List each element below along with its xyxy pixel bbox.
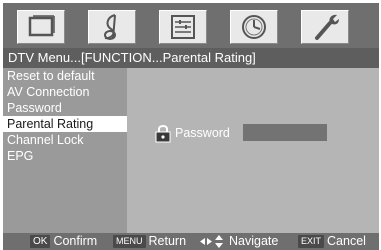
cancel-label: Cancel [327,234,366,248]
exit-key: EXIT [298,235,325,248]
audio-icon[interactable] [88,10,136,44]
lock-icon [155,125,171,143]
password-label: Password [175,126,230,140]
navigate-label: Navigate [229,234,279,248]
menu-item-reset-to-default[interactable]: Reset to default [3,68,127,84]
picture-icon[interactable] [17,10,65,44]
function-icon[interactable] [301,10,349,44]
menu-item-password[interactable]: Password [3,100,127,116]
parental-rating-panel: Password [127,68,379,233]
menu-key: MENU [113,235,146,248]
help-return: MENU Return [113,233,186,250]
menu-item-parental-rating[interactable]: Parental Rating [3,116,127,132]
help-navigate: Navigate [200,233,278,250]
confirm-label: Confirm [53,234,98,248]
time-icon[interactable] [230,10,278,44]
setup-icon[interactable] [159,10,207,44]
navigate-arrows-icon [200,235,223,248]
breadcrumb: DTV Menu...[FUNCTION...Parental Rating] [3,48,379,68]
help-confirm: OK Confirm [30,233,97,250]
help-cancel: EXIT Cancel [298,233,366,250]
menu-item-epg[interactable]: EPG [3,148,127,164]
password-field[interactable] [243,124,327,141]
function-menu: Reset to default AV Connection Password … [3,68,127,233]
return-label: Return [148,234,187,248]
menu-item-channel-lock[interactable]: Channel Lock [3,132,127,148]
menu-item-av-connection[interactable]: AV Connection [3,84,127,100]
top-icon-bar [3,3,379,48]
ok-key: OK [30,235,51,248]
osd-menu: DTV Menu...[FUNCTION...Parental Rating] … [3,3,379,250]
help-bar: OK Confirm MENU Return Navigate EXIT Cancel [3,233,379,250]
